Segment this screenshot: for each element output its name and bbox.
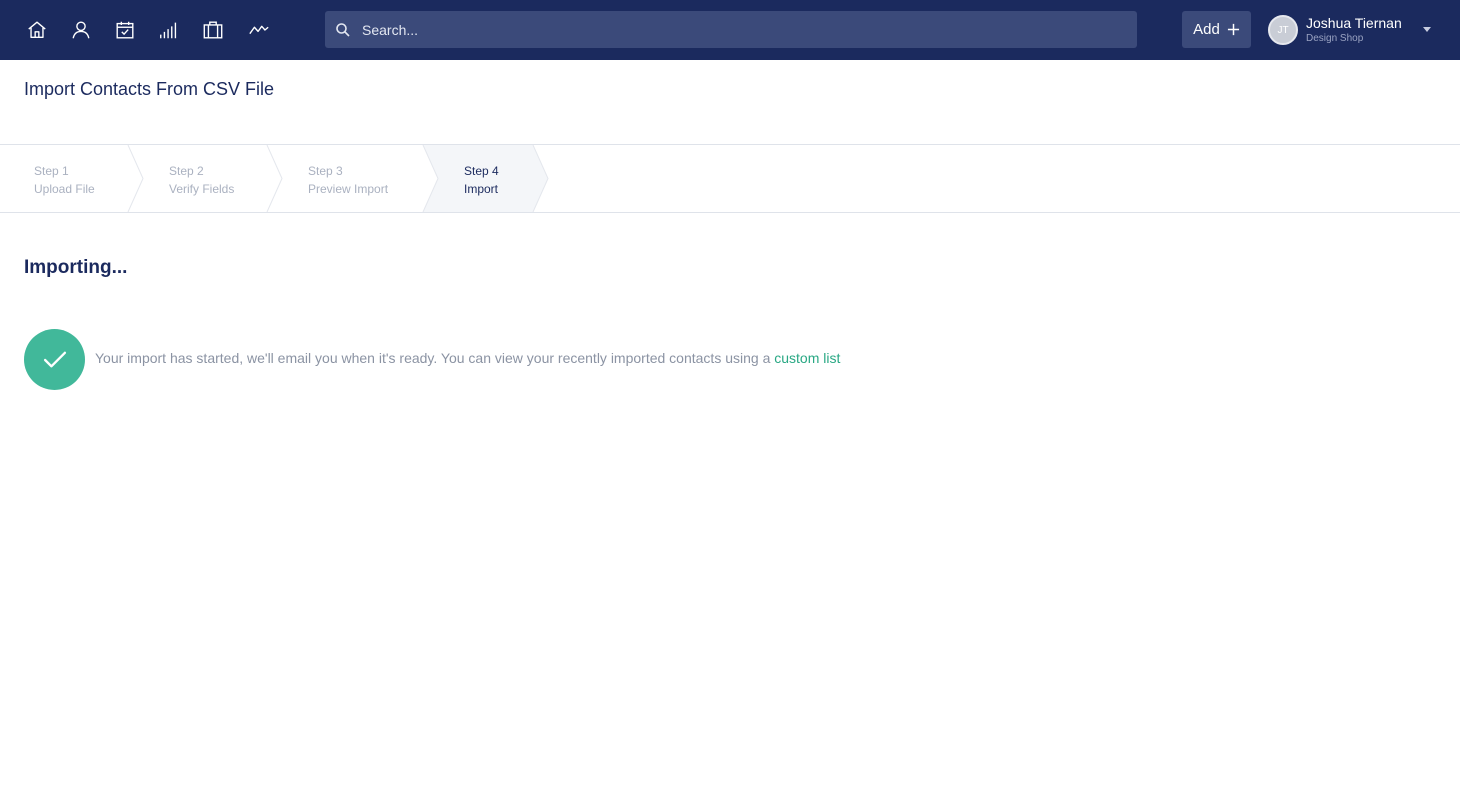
add-button-label: Add — [1193, 21, 1220, 38]
search-icon — [335, 22, 351, 38]
search-input[interactable] — [360, 11, 1137, 48]
success-check-icon — [24, 329, 85, 390]
custom-list-link[interactable]: custom list — [774, 350, 840, 366]
step-label: Import — [464, 182, 499, 196]
add-button[interactable]: Add — [1182, 11, 1251, 48]
step-upload-file[interactable]: Step 1 Upload File — [34, 162, 95, 198]
page-title: Import Contacts From CSV File — [24, 79, 275, 99]
step-label: Verify Fields — [169, 182, 235, 196]
step-label: Upload File — [34, 182, 95, 196]
import-stepper: Step 1 Upload File Step 2 Verify Fields … — [0, 144, 1460, 213]
user-company: Design Shop — [1306, 33, 1364, 44]
import-status-message: Your import has started, we'll email you… — [95, 350, 840, 366]
signal-bars-icon[interactable] — [157, 18, 181, 42]
step-verify-fields[interactable]: Step 2 Verify Fields — [169, 162, 234, 198]
step-number: Step 3 — [308, 164, 343, 178]
contacts-icon[interactable] — [69, 18, 93, 42]
step-number: Step 2 — [169, 164, 204, 178]
step-number: Step 4 — [464, 164, 499, 178]
user-name: Joshua Tiernan — [1306, 15, 1402, 31]
import-status-text: Your import has started, we'll email you… — [95, 350, 771, 366]
avatar: JT — [1268, 15, 1298, 45]
step-import[interactable]: Step 4 Import — [464, 162, 499, 198]
user-menu[interactable]: JT Joshua Tiernan Design Shop — [1268, 12, 1440, 48]
activity-icon[interactable] — [247, 18, 271, 42]
plus-icon — [1227, 23, 1240, 36]
step-preview-import[interactable]: Step 3 Preview Import — [308, 162, 388, 198]
step-label: Preview Import — [308, 182, 389, 196]
importing-heading: Importing... — [24, 257, 128, 278]
calendar-check-icon[interactable] — [113, 18, 137, 42]
home-icon[interactable] — [25, 18, 49, 42]
top-navigation-bar: Add JT Joshua Tiernan Design Shop — [0, 0, 1460, 60]
search-bar — [325, 11, 1137, 48]
step-number: Step 1 — [34, 164, 69, 178]
briefcase-icon[interactable] — [201, 18, 225, 42]
chevron-down-icon[interactable] — [1423, 27, 1431, 32]
avatar-initials: JT — [1277, 24, 1289, 36]
